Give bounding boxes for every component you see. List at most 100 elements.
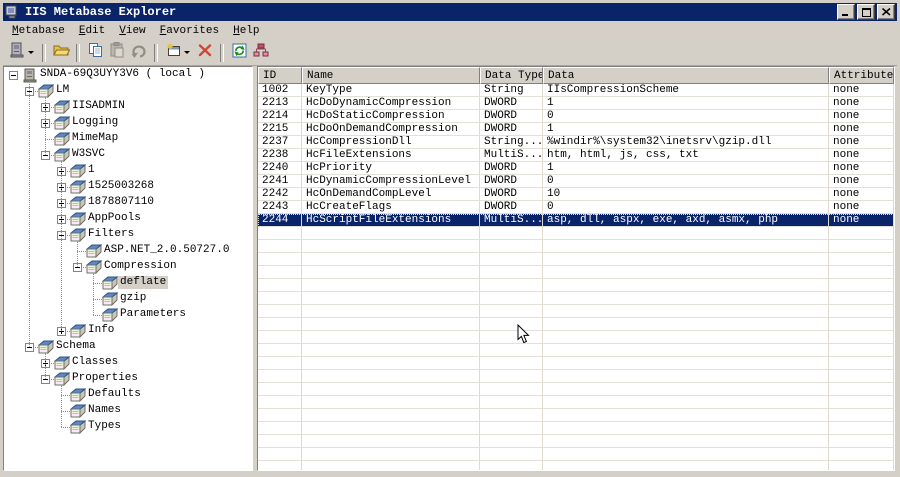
copy-button[interactable] bbox=[84, 42, 106, 64]
cell-data-type bbox=[480, 331, 543, 344]
tree-item-names[interactable]: Names bbox=[86, 404, 123, 417]
table-row[interactable]: 2244 HcScriptFileExtensions MultiS... asp, … bbox=[258, 214, 894, 227]
table-row-empty bbox=[258, 422, 894, 435]
tree-item-apppools[interactable]: AppPools bbox=[86, 212, 143, 225]
hierarchy-view-button[interactable] bbox=[250, 42, 272, 64]
cell-data-type bbox=[480, 240, 543, 253]
key-icon bbox=[69, 323, 87, 339]
table-row-empty bbox=[258, 383, 894, 396]
cell-id bbox=[258, 253, 302, 266]
tree-item-deflate[interactable]: deflate bbox=[118, 276, 169, 289]
cell-data bbox=[543, 266, 829, 279]
delete-button[interactable] bbox=[194, 42, 216, 64]
cell-name bbox=[302, 227, 480, 240]
new-key-dropdown-arrow[interactable] bbox=[184, 51, 190, 54]
tree-item-types[interactable]: Types bbox=[86, 420, 123, 433]
table-row[interactable]: 2243 HcCreateFlags DWORD 0 none bbox=[258, 201, 894, 214]
cell-data: 1 bbox=[543, 97, 829, 110]
cell-data: 10 bbox=[543, 188, 829, 201]
undo-button[interactable] bbox=[128, 42, 150, 64]
cell-name: HcCreateFlags bbox=[302, 201, 480, 214]
minimize-button[interactable] bbox=[837, 4, 855, 20]
cell-id: 2215 bbox=[258, 123, 302, 136]
list-body: 1002 KeyType String IIsCompressionScheme non… bbox=[258, 84, 894, 470]
tree-item-1878807110[interactable]: 1878807110 bbox=[86, 196, 156, 209]
connect-computer-dropdown-arrow[interactable] bbox=[28, 51, 34, 54]
tree-item-snda-69q3uyy3v6-local[interactable]: SNDA-69Q3UYY3V6 ( local ) bbox=[38, 68, 207, 81]
menu-favorites[interactable]: Favorites bbox=[153, 23, 226, 39]
column-header-data-type[interactable]: Data Type bbox=[480, 67, 543, 84]
cell-data-type: DWORD bbox=[480, 201, 543, 214]
column-header-data[interactable]: Data bbox=[543, 67, 829, 84]
tree-item-compression[interactable]: Compression bbox=[102, 260, 179, 273]
column-header-id[interactable]: ID bbox=[258, 67, 302, 84]
tree-item-1525003268[interactable]: 1525003268 bbox=[86, 180, 156, 193]
maximize-button[interactable] bbox=[857, 4, 875, 20]
cell-data: 0 bbox=[543, 110, 829, 123]
cell-id bbox=[258, 318, 302, 331]
refresh-icon bbox=[232, 43, 247, 63]
toolbar-separator bbox=[220, 43, 224, 62]
cell-data bbox=[543, 305, 829, 318]
new-key-icon bbox=[165, 42, 181, 63]
connect-computer-button[interactable] bbox=[6, 42, 28, 64]
cell-id: 2240 bbox=[258, 162, 302, 175]
tree-item-info[interactable]: Info bbox=[86, 324, 116, 337]
table-row[interactable]: 2213 HcDoDynamicCompression DWORD 1 none bbox=[258, 97, 894, 110]
table-row[interactable]: 2241 HcDynamicCompressionLevel DWORD 0 none bbox=[258, 175, 894, 188]
table-row[interactable]: 1002 KeyType String IIsCompressionScheme non… bbox=[258, 84, 894, 97]
cell-attributes bbox=[829, 396, 894, 409]
new-key-button[interactable] bbox=[162, 42, 184, 64]
open-folder-button[interactable] bbox=[50, 42, 72, 64]
paste-icon bbox=[110, 42, 124, 63]
close-button[interactable] bbox=[877, 4, 895, 20]
paste-button[interactable] bbox=[106, 42, 128, 64]
cell-name: KeyType bbox=[302, 84, 480, 97]
cell-name bbox=[302, 409, 480, 422]
cell-attributes: none bbox=[829, 136, 894, 149]
tree-item-classes[interactable]: Classes bbox=[70, 356, 120, 369]
table-row[interactable]: 2240 HcPriority DWORD 1 none bbox=[258, 162, 894, 175]
table-row[interactable]: 2242 HcOnDemandCompLevel DWORD 10 none bbox=[258, 188, 894, 201]
key-icon bbox=[69, 211, 87, 227]
tree-item-iisadmin[interactable]: IISADMIN bbox=[70, 100, 127, 113]
cell-name bbox=[302, 370, 480, 383]
cell-attributes: none bbox=[829, 162, 894, 175]
tree-item-filters[interactable]: Filters bbox=[86, 228, 136, 241]
tree-item-properties[interactable]: Properties bbox=[70, 372, 140, 385]
menu-view[interactable]: View bbox=[112, 23, 152, 39]
column-header-name[interactable]: Name bbox=[302, 67, 480, 84]
cell-data bbox=[543, 422, 829, 435]
tree-item-parameters[interactable]: Parameters bbox=[118, 308, 188, 321]
tree-item-w3svc[interactable]: W3SVC bbox=[70, 148, 107, 161]
table-row[interactable]: 2237 HcCompressionDll String... %windir%\sy… bbox=[258, 136, 894, 149]
refresh-button[interactable] bbox=[228, 42, 250, 64]
menu-metabase[interactable]: Metabase bbox=[5, 23, 72, 39]
tree-guide-line bbox=[77, 251, 86, 252]
menu-help[interactable]: Help bbox=[226, 23, 266, 39]
cell-data bbox=[543, 370, 829, 383]
cell-data-type bbox=[480, 383, 543, 396]
table-row-empty bbox=[258, 240, 894, 253]
tree-item-asp-net-2-0-50727-0[interactable]: ASP.NET_2.0.50727.0 bbox=[102, 244, 231, 257]
key-icon bbox=[85, 259, 103, 275]
tree-item-lm[interactable]: LM bbox=[54, 84, 71, 97]
tree-item-gzip[interactable]: gzip bbox=[118, 292, 148, 305]
tree-expander-minus[interactable] bbox=[9, 71, 18, 80]
open-folder-icon bbox=[52, 43, 70, 63]
table-row[interactable]: 2238 HcFileExtensions MultiS... htm, html, … bbox=[258, 149, 894, 162]
cell-attributes bbox=[829, 279, 894, 292]
tree-item-mimemap[interactable]: MimeMap bbox=[70, 132, 120, 145]
tree-item-defaults[interactable]: Defaults bbox=[86, 388, 143, 401]
column-header-attributes[interactable]: Attributes bbox=[829, 67, 894, 84]
tree-item-1[interactable]: 1 bbox=[86, 164, 97, 177]
window-title: IIS Metabase Explorer bbox=[25, 5, 177, 19]
menu-edit[interactable]: Edit bbox=[72, 23, 112, 39]
tree-item-schema[interactable]: Schema bbox=[54, 340, 98, 353]
table-row[interactable]: 2215 HcDoOnDemandCompression DWORD 1 none bbox=[258, 123, 894, 136]
tree-item-logging[interactable]: Logging bbox=[70, 116, 120, 129]
metabase-tree: SNDA-69Q3UYY3V6 ( local ) LM IISADMIN Loggi… bbox=[3, 66, 253, 471]
cell-data-type: DWORD bbox=[480, 110, 543, 123]
tree-guide-line bbox=[61, 427, 70, 428]
table-row[interactable]: 2214 HcDoStaticCompression DWORD 0 none bbox=[258, 110, 894, 123]
